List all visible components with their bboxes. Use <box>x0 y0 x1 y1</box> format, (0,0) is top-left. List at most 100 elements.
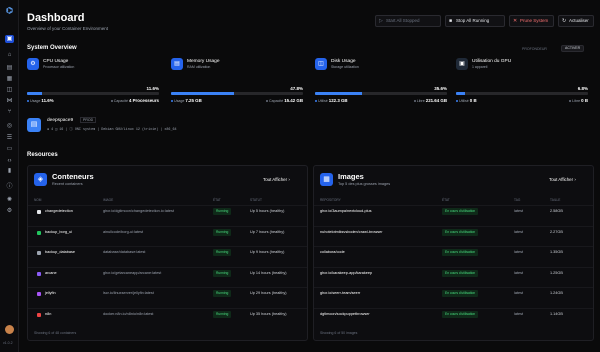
stack-icon[interactable]: ☰ <box>5 134 14 142</box>
image-status-badge: En cours d'utilisation <box>442 290 479 297</box>
col-header-state: État <box>213 198 221 202</box>
version-label: v1.0.2 <box>3 341 13 345</box>
image-tag: latest <box>514 311 524 316</box>
image-status-badge: En cours d'utilisation <box>442 208 479 215</box>
card-percent: 47.8% <box>290 86 303 91</box>
container-image: ainullcode/borg-ui:latest <box>103 229 144 234</box>
containers-title: Conteneurs <box>52 172 94 181</box>
table-row[interactable]: collabora/code En cours d'utilisation late… <box>314 246 593 259</box>
globe-icon[interactable]: ◎ <box>5 122 14 130</box>
network-icon[interactable]: ⋈ <box>5 97 14 105</box>
system-info: ▤ deepspace9 PROD ● 4 ◫ 16 | ⓘ ONI syste… <box>27 115 592 135</box>
table-row[interactable]: dgtlmoon/sockpuppetbrowser En cours d'uti… <box>314 307 593 321</box>
container-name[interactable]: n8n <box>45 312 51 316</box>
card-right-stat: Capacité 15.42 GB <box>251 98 303 103</box>
info-icon[interactable]: ⓘ <box>5 183 14 191</box>
image-repository[interactable]: collabora/code <box>320 250 345 254</box>
images-see-all-link[interactable]: Tout Afficher › <box>549 177 576 182</box>
host-meta: ● 4 ◫ 16 | ⓘ ONI system | Debian GNU/Lin… <box>47 128 177 132</box>
home-icon[interactable]: ⌂ <box>5 51 14 59</box>
containers-see-all-link[interactable]: Tout Afficher › <box>263 177 290 182</box>
image-size: 1.25GB <box>550 270 563 275</box>
card-subtitle: Storage utilization <box>331 65 359 69</box>
container-name[interactable]: backup_borg_ui <box>45 230 72 234</box>
status-badge: Running <box>213 208 232 215</box>
start-all-button[interactable]: ▷ Start All Stopped <box>375 15 441 27</box>
container-status: Up 14 hours (healthy) <box>250 270 287 275</box>
git-icon[interactable]: ⑂ <box>5 108 14 116</box>
image-repository[interactable]: ghcr.io/3aumpa/nextcloud-plus <box>320 209 372 213</box>
card-icon: ▣ <box>456 58 468 70</box>
table-row[interactable]: n8n docker.n8n.io/n8nio/n8n:latest Running… <box>28 307 307 321</box>
trash-icon: ✕ <box>513 18 518 24</box>
containers-footer: Showing 6 of 48 containers <box>34 331 77 335</box>
panel-icon[interactable]: ▣ <box>5 35 14 43</box>
sidebar: ⌬ ▣ ⌂ ▤ ▦ ◫ ⋈ ⑂ ◎ ☰ ▭ ‹› ▮ ⓘ ✺ ⚙ v1.0.2 <box>0 0 19 352</box>
refresh-button[interactable]: ↻ Actualiser <box>558 15 594 27</box>
image-icon[interactable]: ▦ <box>5 75 14 83</box>
table-row[interactable]: nuhotelotmiksvsboden/crawl-browser En cou… <box>314 225 593 239</box>
container-name[interactable]: backup_database <box>45 250 75 254</box>
containers-panel: ◈ Conteneurs Recent containers Tout Affi… <box>27 165 308 341</box>
terminal-icon[interactable]: ▮ <box>5 167 14 175</box>
image-tag: latest <box>514 250 524 254</box>
image-repository[interactable]: ghcr.io/karakeep-app/karakeep <box>320 271 372 275</box>
server-icon[interactable]: ▭ <box>5 145 14 153</box>
card-percent: 6.8% <box>577 86 588 91</box>
col-header-size: Taille <box>550 198 561 202</box>
images-footer: Showing 6 of 50 images <box>320 331 358 335</box>
image-tag: latest <box>514 291 524 295</box>
table-row[interactable]: ghcr.io/karakeep-app/karakeep En cours d'… <box>314 266 593 280</box>
container-name[interactable]: jellyfin <box>45 291 56 295</box>
sun-icon[interactable]: ✺ <box>5 196 14 204</box>
database-icon[interactable]: ◫ <box>5 86 14 94</box>
table-row[interactable]: changedetection ghcr.io/dgtlmoon/changede… <box>28 205 307 218</box>
image-repository[interactable]: nuhotelotmiksvsboden/crawl-browser <box>320 230 382 234</box>
table-row[interactable]: arcane ghcr.io/getarcaneapp/arcane:latest… <box>28 266 307 280</box>
image-status-badge: En cours d'utilisation <box>442 228 479 236</box>
image-size: 2.58GB <box>550 209 563 213</box>
overview-toggle-button[interactable]: ACTIVER <box>561 45 585 52</box>
container-status: Up 35 hours (healthy) <box>250 311 287 316</box>
app-logo-icon[interactable]: ⌬ <box>5 6 14 15</box>
card-left-stat: Utilisé 0 B <box>456 98 477 103</box>
usage-bar <box>315 92 447 95</box>
image-status-badge: En cours d'utilisation <box>442 269 479 277</box>
page-subtitle: Overview of your Container Environment <box>27 26 109 31</box>
image-size: 1.24GB <box>550 291 563 295</box>
image-repository[interactable]: ghcr.io/seerr-team/seerr <box>320 291 360 295</box>
card-title: CPU Usage <box>43 59 69 64</box>
stop-all-label: Stop All Running <box>456 18 490 23</box>
table-row[interactable]: backup_borg_ui ainullcode/borg-ui:latest R… <box>28 225 307 239</box>
image-status-badge: En cours d'utilisation <box>442 249 479 256</box>
table-row[interactable]: jellyfin lscr.io/linuxserver/jellyfin:lat… <box>28 287 307 300</box>
avatar[interactable] <box>5 325 14 334</box>
play-icon: ▷ <box>379 18 383 24</box>
status-badge: Running <box>213 290 232 297</box>
host-name: deepspace9 <box>47 118 74 123</box>
settings-icon[interactable]: ⚙ <box>5 207 14 215</box>
image-repository[interactable]: dgtlmoon/sockpuppetbrowser <box>320 312 370 316</box>
system-overview-heading: System Overview <box>27 45 77 51</box>
container-icon <box>37 251 41 255</box>
image-tag: latest <box>514 229 524 234</box>
stop-all-button[interactable]: ■ Stop All Running <box>445 15 505 27</box>
image-tag: latest <box>514 209 524 213</box>
usage-bar <box>456 92 588 95</box>
prune-button[interactable]: ✕ Prune System <box>509 15 554 27</box>
col-header-repository: Repository <box>320 198 341 202</box>
overview-mode-label: PROFONDEUR <box>522 47 547 51</box>
stat-card: ⚙ CPU Usage Processor utilization 11.6% Usag… <box>27 58 163 106</box>
image-status-badge: En cours d'utilisation <box>442 310 479 318</box>
table-row[interactable]: ghcr.io/seerr-team/seerr En cours d'utili… <box>314 287 593 300</box>
container-name[interactable]: arcane <box>45 271 57 275</box>
container-image: docker.n8n.io/n8nio/n8n:latest <box>103 311 154 316</box>
col-header-name: Nom <box>34 198 42 202</box>
container-name[interactable]: changedetection <box>45 209 73 213</box>
table-row[interactable]: ghcr.io/3aumpa/nextcloud-plus En cours d'… <box>314 205 593 218</box>
folder-icon[interactable]: ▤ <box>5 64 14 72</box>
code-icon[interactable]: ‹› <box>5 157 14 165</box>
usage-bar-fill <box>171 92 235 95</box>
card-left-stat: Usage 7.25 GB <box>171 98 202 103</box>
table-row[interactable]: backup_database database/database:latest R… <box>28 246 307 259</box>
